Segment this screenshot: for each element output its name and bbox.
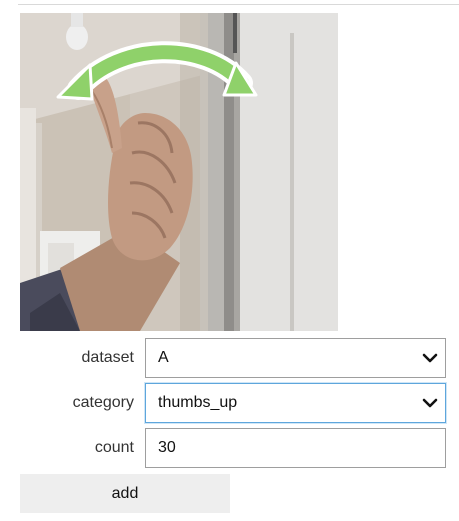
category-row: category thumbs_up (20, 383, 446, 423)
chevron-down-icon (422, 353, 438, 363)
add-button[interactable]: add (20, 474, 230, 513)
top-divider (18, 0, 459, 5)
category-select-value: thumbs_up (158, 394, 238, 411)
camera-preview-image (20, 13, 338, 331)
count-input[interactable]: 30 (145, 428, 446, 468)
category-select[interactable]: thumbs_up (145, 383, 446, 423)
dataset-select[interactable]: A (145, 338, 446, 378)
dataset-select-value: A (158, 349, 169, 366)
chevron-down-icon (422, 398, 438, 408)
count-input-value: 30 (158, 439, 176, 456)
dataset-label: dataset (81, 349, 134, 366)
count-label: count (94, 439, 134, 456)
category-label: category (72, 394, 134, 411)
dataset-row: dataset A (20, 338, 446, 378)
count-row: count 30 (20, 428, 446, 468)
